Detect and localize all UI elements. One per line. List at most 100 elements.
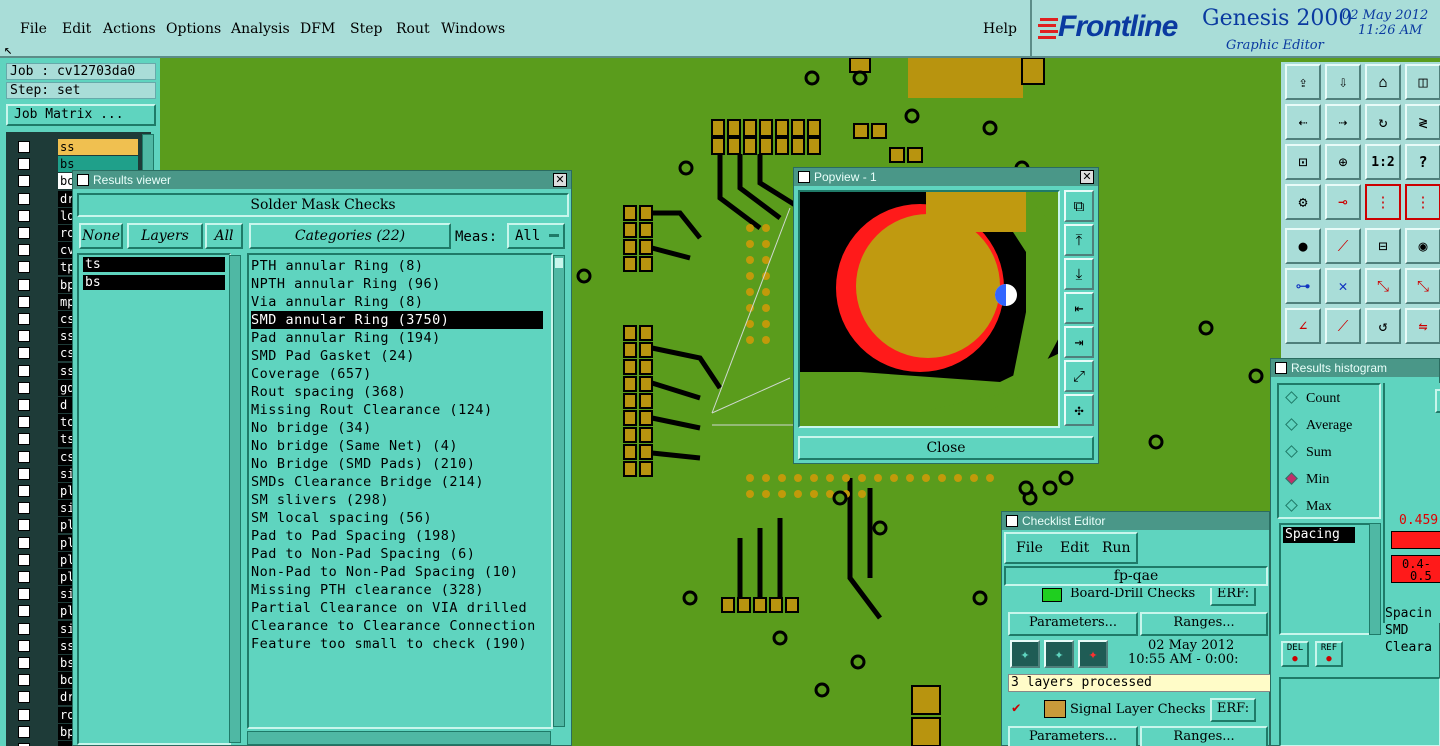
center-icon[interactable]: ⊕ (1325, 144, 1361, 180)
category-item[interactable]: Feature too small to check (190) (251, 635, 527, 653)
wrench-icon[interactable]: ⚙ (1285, 184, 1321, 220)
stat-radio-max[interactable]: Max (1283, 497, 1379, 517)
layer-checkbox[interactable] (18, 571, 30, 583)
categories-button[interactable]: Categories (22) (249, 223, 451, 249)
menu-actions[interactable]: Actions (103, 21, 156, 37)
job-matrix-button[interactable]: Job Matrix ... (6, 104, 156, 126)
category-item[interactable]: Coverage (657) (251, 365, 372, 383)
layer-checkbox[interactable] (18, 708, 30, 721)
pan-left-icon[interactable]: ⇤ (1064, 292, 1094, 324)
pan-down-icon[interactable]: ⤓ (1064, 258, 1094, 290)
angle-icon[interactable]: ∠ (1285, 308, 1321, 344)
pan-up-icon[interactable]: ⤒ (1064, 224, 1094, 256)
measure-2-icon[interactable]: ⤡ (1405, 268, 1440, 304)
window-menu-icon[interactable] (1275, 362, 1287, 374)
menu-options[interactable]: Options (166, 21, 221, 37)
layer-checkbox[interactable] (18, 674, 30, 687)
layer-checkbox[interactable] (18, 278, 30, 291)
category-item[interactable]: Clearance to Clearance Connection (251, 617, 536, 635)
export-up-icon[interactable]: ⇪ (1285, 64, 1321, 100)
layer-list-scrollbar[interactable] (229, 255, 241, 743)
popview-close-button[interactable]: Close (798, 436, 1094, 460)
category-item[interactable]: Non-Pad to Non-Pad Spacing (10) (251, 563, 518, 581)
layer-checkbox[interactable] (18, 244, 30, 257)
add-pad-icon[interactable]: ● (1285, 228, 1321, 264)
layer-checkbox[interactable] (18, 261, 30, 274)
ruler-icon[interactable]: ⊟ (1365, 228, 1401, 264)
s-button[interactable]: S (1435, 389, 1440, 413)
delete-button[interactable]: DEL ● (1281, 641, 1309, 667)
layer-checkbox[interactable] (18, 330, 30, 343)
checklist-menu-edit[interactable]: Edit (1060, 540, 1089, 556)
layer-checkbox[interactable] (18, 295, 30, 308)
histogram-titlebar[interactable]: Results histogram (1271, 359, 1439, 377)
ranges-button-2[interactable]: Ranges... (1140, 726, 1268, 746)
results-layer-list[interactable]: ts bs (77, 253, 231, 745)
import-down-icon[interactable]: ⇩ (1325, 64, 1361, 100)
category-item[interactable]: No Bridge (SMD Pads) (210) (251, 455, 475, 473)
layer-checkbox[interactable] (18, 209, 30, 222)
layer-item-bs[interactable]: bs (83, 275, 225, 290)
category-item[interactable]: Missing PTH clearance (328) (251, 581, 484, 599)
layer-checkbox[interactable] (18, 313, 30, 325)
category-item[interactable]: SMDs Clearance Bridge (214) (251, 473, 484, 491)
category-item[interactable]: Pad to Non-Pad Spacing (6) (251, 545, 475, 563)
pan-right-icon[interactable]: ⇥ (1064, 326, 1094, 358)
category-item[interactable]: Pad to Pad Spacing (198) (251, 527, 458, 545)
layer-checkbox[interactable] (18, 433, 30, 446)
checklist-menu-run[interactable]: Run (1102, 540, 1131, 556)
menu-step[interactable]: Step (350, 21, 382, 37)
meas-dropdown[interactable]: All (507, 223, 565, 249)
stat-radio-average[interactable]: Average (1283, 416, 1379, 436)
layer-checkbox[interactable] (18, 588, 30, 601)
layer-checkbox[interactable] (18, 519, 30, 532)
check-signal-layer[interactable]: Signal Layer Checks (1070, 702, 1205, 717)
stat-radio-sum[interactable]: Sum (1283, 443, 1379, 463)
layers-button[interactable]: Layers (127, 223, 203, 249)
parameters-button-2[interactable]: Parameters... (1008, 726, 1138, 746)
window-menu-icon[interactable] (798, 171, 810, 183)
category-item[interactable]: SM local spacing (56) (251, 509, 432, 527)
layer-checkbox[interactable] (18, 364, 30, 377)
histogram-bar-1[interactable] (1391, 531, 1440, 549)
measure-item-spacing[interactable]: Spacing (1283, 527, 1355, 543)
flip-icon[interactable]: ⇋ (1405, 308, 1440, 344)
layer-checkbox[interactable] (18, 381, 30, 394)
menu-help[interactable]: Help (983, 21, 1017, 37)
layer-item-ts[interactable]: ts (83, 257, 225, 272)
check-mark-icon[interactable]: ✔ (1012, 700, 1020, 716)
window-menu-icon[interactable] (77, 174, 89, 186)
erf-dropdown-1[interactable]: ERF: (1210, 588, 1256, 606)
category-scrollbar[interactable] (553, 255, 565, 727)
category-item[interactable]: Via annular Ring (8) (251, 293, 424, 311)
layer-checkbox[interactable] (18, 227, 30, 239)
close-icon[interactable]: ✕ (553, 173, 567, 187)
layer-checkbox[interactable] (18, 399, 30, 411)
rotate-icon[interactable]: ↻ (1365, 104, 1401, 140)
layer-checkbox[interactable] (18, 467, 30, 480)
layer-checkbox[interactable] (18, 485, 30, 497)
dot-icon[interactable]: ◉ (1405, 228, 1440, 264)
stop-icon[interactable]: ✦ (1078, 640, 1108, 668)
net-red-2-icon[interactable]: ⋮ (1405, 184, 1440, 220)
parameters-button-1[interactable]: Parameters... (1008, 612, 1138, 636)
window-menu-icon[interactable] (1006, 515, 1018, 527)
category-hscrollbar[interactable] (247, 731, 551, 745)
home-icon[interactable]: ⌂ (1365, 64, 1401, 100)
category-item[interactable]: NPTH annular Ring (96) (251, 275, 441, 293)
layer-checkbox[interactable] (18, 622, 30, 635)
layer-checkbox[interactable] (18, 347, 30, 360)
category-item[interactable]: No bridge (Same Net) (4) (251, 437, 458, 455)
layer-checkbox[interactable] (18, 553, 30, 566)
stat-radio-count[interactable]: Count (1283, 389, 1379, 409)
move-left-icon[interactable]: ⇠ (1285, 104, 1321, 140)
menu-edit[interactable]: Edit (62, 21, 91, 37)
checklist-titlebar[interactable]: Checklist Editor (1002, 512, 1269, 530)
category-item[interactable]: Partial Clearance on VIA drilled (251, 599, 527, 617)
category-item[interactable]: Rout spacing (368) (251, 383, 406, 401)
ranges-button-1[interactable]: Ranges... (1140, 612, 1268, 636)
net-red-icon[interactable]: ⋮ (1365, 184, 1401, 220)
layer-checkbox[interactable] (18, 450, 30, 463)
help-icon[interactable]: ? (1405, 144, 1440, 180)
move-right-icon[interactable]: ⇢ (1325, 104, 1361, 140)
